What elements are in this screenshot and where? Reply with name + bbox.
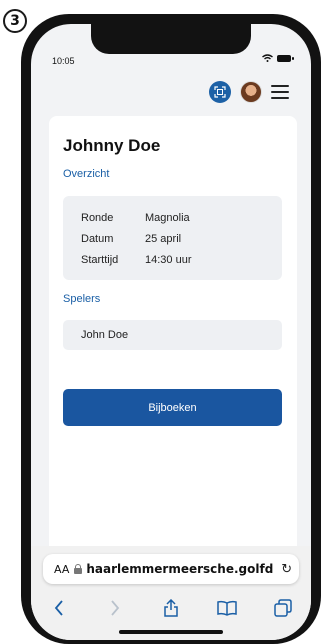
overview-key: Datum — [81, 233, 114, 245]
phone-screen: 10:05 Johnny Doe Overzicht Ronde Magnoli… — [31, 24, 311, 640]
text-size-button[interactable]: AA — [54, 563, 69, 576]
browser-chrome: AA haarlemmermeersche.golfd ↻ — [31, 546, 311, 640]
bookmarks-icon[interactable] — [212, 600, 242, 616]
player-item: John Doe — [63, 320, 282, 350]
notch — [91, 24, 251, 54]
status-icons — [262, 54, 294, 62]
overview-value: Magnolia — [145, 212, 190, 224]
url-text: haarlemmermeersche.golfd — [86, 562, 274, 576]
overview-row-starttime: Starttijd 14:30 uur — [81, 254, 191, 266]
step-badge: 3 — [3, 9, 27, 33]
overview-value: 25 april — [145, 233, 182, 245]
menu-icon[interactable] — [271, 85, 289, 99]
overview-key: Ronde — [81, 212, 114, 224]
overview-label: Overzicht — [63, 168, 110, 180]
wifi-icon — [262, 54, 273, 62]
profile-name: Johnny Doe — [63, 136, 161, 155]
back-icon[interactable] — [44, 600, 74, 616]
overview-box: Ronde Magnolia Datum 25 april Starttijd … — [63, 196, 282, 280]
players-label: Spelers — [63, 293, 101, 305]
overview-row-date: Datum 25 april — [81, 233, 181, 245]
address-bar[interactable]: AA haarlemmermeersche.golfd ↻ — [43, 554, 299, 584]
overview-value: 14:30 uur — [145, 254, 192, 266]
book-button[interactable]: Bijboeken — [63, 389, 282, 426]
lock-icon — [74, 564, 83, 574]
status-time: 10:05 — [52, 56, 75, 66]
share-icon[interactable] — [156, 599, 186, 617]
avatar[interactable] — [240, 81, 262, 103]
player-name: John Doe — [81, 329, 129, 341]
overview-row-round: Ronde Magnolia — [81, 212, 190, 224]
browser-toolbar — [31, 594, 311, 622]
booking-card: Johnny Doe Overzicht Ronde Magnolia Datu… — [49, 116, 297, 556]
battery-icon — [277, 54, 294, 62]
header-actions — [209, 81, 289, 103]
forward-icon[interactable] — [100, 600, 130, 616]
tabs-icon[interactable] — [268, 599, 298, 617]
overview-key: Starttijd — [81, 254, 119, 266]
scan-icon[interactable] — [209, 81, 231, 103]
home-indicator — [119, 630, 223, 634]
reload-icon[interactable]: ↻ — [281, 562, 292, 577]
